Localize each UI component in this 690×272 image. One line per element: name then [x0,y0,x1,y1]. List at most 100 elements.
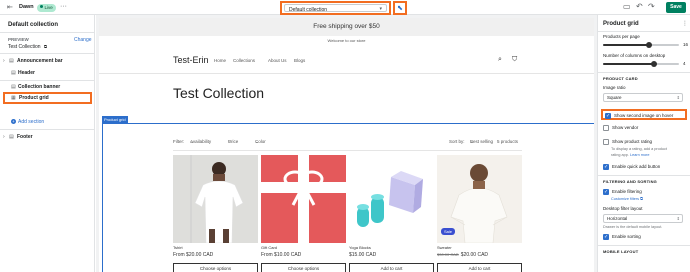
section-product-grid[interactable]: ▦ Product grid [3,92,92,104]
chevron-down-icon: ▾ [379,6,382,12]
customize-filters-label: Customize filters [611,197,640,201]
preview-value-text: Test Collection [8,44,41,50]
checkbox-label: Show vendor [612,125,639,130]
product-image[interactable]: Sale [437,155,522,243]
checkbox-label: Show second image on hover [614,112,674,118]
sort-select[interactable]: Best selling ⌄ [470,139,493,145]
nav-link-about[interactable]: About Us [268,58,287,63]
checkbox-unchecked-icon[interactable] [603,139,609,145]
cart-icon[interactable]: ⛉ [512,56,517,64]
section-label: Product grid [19,95,49,101]
filter-availability-label: Availability [190,139,212,144]
checkbox-label: Enable sorting [612,234,641,239]
product-price: $30.00 CAD $20.00 CAD [437,252,488,258]
image-ratio-select[interactable]: Square ⇕ [603,93,683,102]
product-name[interactable]: Yoga Blocks [349,245,371,250]
desktop-preview-icon[interactable]: ▭ [623,3,631,11]
filter-availability[interactable]: Availability ⌄ [190,139,211,145]
section-label: Announcement bar [17,58,63,64]
checkbox-label: Show product rating [612,139,653,144]
filter-price-label: Price [228,139,239,144]
add-to-cart-button[interactable]: Add to cart [437,263,522,272]
announcement-bar[interactable]: Free shipping over $50 [99,18,594,36]
external-link-icon: ⧉ [640,197,643,201]
filtering-heading: FILTERING AND SORTING [603,179,657,184]
change-preview-link[interactable]: Change [74,37,92,43]
product-price: From $10.00 CAD [261,252,302,258]
product-image[interactable] [173,155,258,243]
products-per-page-slider[interactable] [603,42,679,48]
external-link-icon[interactable]: ⧉ [44,44,47,49]
more-actions-icon[interactable]: ··· [60,3,67,10]
show-second-image-checkbox[interactable]: ✓ Show second image on hover [601,109,687,120]
section-announcement-bar[interactable]: › ▤ Announcement bar [0,56,95,67]
undo-icon[interactable]: ↶ [636,3,643,11]
expand-caret-icon[interactable]: › [3,134,5,140]
add-section-button[interactable]: + Add section [11,119,44,125]
plus-icon: + [11,119,16,124]
inspector-button[interactable]: ⬉ [393,1,407,15]
choose-options-button[interactable]: Choose options [173,263,258,272]
desktop-filter-layout-select[interactable]: Horizontal ⇕ [603,214,683,223]
settings-panel: Product grid ⋮ Products per page 16 Numb… [597,15,690,272]
template-select[interactable]: Default collection ▾ [280,1,391,15]
filter-price[interactable]: Price ⌄ [228,139,238,145]
slider-fill [603,44,649,46]
product-image[interactable] [349,155,434,243]
columns-slider[interactable] [603,61,679,67]
product-card-heading: PRODUCT CARD [603,76,638,81]
sale-badge: Sale [441,228,456,235]
rating-help-text-2-label: rating app. [611,153,629,157]
mobile-layout-heading: MOBILE LAYOUT [603,249,639,254]
choose-options-button[interactable]: Choose options [261,263,346,272]
image-ratio-label: Image ratio [603,85,626,90]
section-icon: ▤ [9,58,14,64]
checkbox-checked-icon[interactable]: ✓ [603,189,609,195]
learn-more-link[interactable]: Learn more [630,153,649,157]
store-logo[interactable]: Test-Erin [173,55,209,65]
grid-icon: ▦ [11,95,16,101]
filter-color-label: Color [255,139,266,144]
divider [598,72,690,73]
product-name[interactable]: Sweater [437,245,452,250]
desktop-filter-layout-value: Horizontal [607,216,628,221]
nav-link-collections[interactable]: Collections [233,58,255,63]
section-header[interactable]: ▤ Header [0,68,95,79]
checkbox-checked-icon[interactable]: ✓ [603,164,609,170]
add-to-cart-button[interactable]: Add to cart [349,263,434,272]
section-icon: ▤ [9,134,14,140]
divider [598,31,690,32]
chevron-updown-icon: ⇕ [676,95,680,100]
product-name[interactable]: Tshirt [173,245,183,250]
exit-icon[interactable]: ⇤ [7,4,14,11]
customize-filters-link[interactable]: Customize filters ⧉ [611,197,643,201]
preview-canvas: Free shipping over $50 Welcome to our st… [96,15,597,272]
preview-label: PREVIEW [8,37,29,42]
more-options-icon[interactable]: ⋮ [682,20,688,27]
search-icon[interactable]: ⌕ [498,56,502,64]
filter-color[interactable]: Color ⌄ [255,139,266,145]
product-name[interactable]: Gift Card [261,245,277,250]
theme-name: Dawn [19,4,34,10]
products-per-page-label: Products per page [603,34,640,39]
nav-link-blogs[interactable]: Blogs [294,58,305,63]
expand-caret-icon[interactable]: › [3,58,5,64]
columns-value: 4 [683,61,686,66]
checkbox-checked-icon[interactable]: ✓ [605,112,611,119]
slider-thumb[interactable] [650,61,657,67]
redo-icon[interactable]: ↷ [648,3,655,11]
checkbox-unchecked-icon[interactable] [603,125,609,131]
section-footer[interactable]: › ▤ Footer [0,132,95,143]
section-icon: ▤ [11,84,16,90]
save-button[interactable]: Save [666,2,686,13]
product-price: $15.00 CAD [349,252,377,258]
store-header: Test-Erin Home Collections About Us Blog… [99,47,594,74]
divider [0,80,94,81]
divider [0,32,94,33]
product-image[interactable] [261,155,346,243]
collection-title: Test Collection [173,85,265,101]
slider-thumb[interactable] [645,42,652,48]
section-label: Footer [17,134,33,140]
nav-link-home[interactable]: Home [214,58,226,63]
checkbox-checked-icon[interactable]: ✓ [603,234,609,240]
